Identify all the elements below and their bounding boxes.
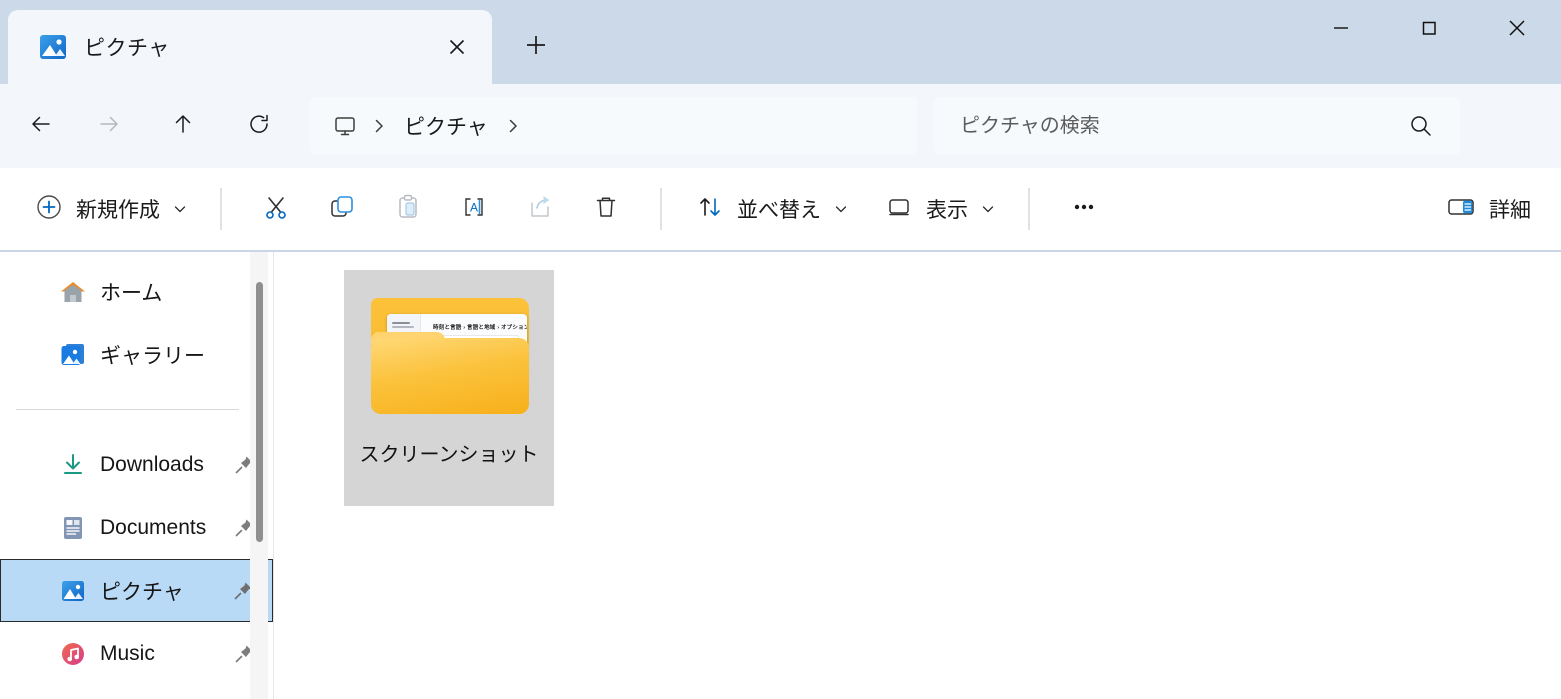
toolbar-divider-3: [1028, 188, 1030, 230]
tab-pictures[interactable]: ピクチャ: [8, 10, 492, 84]
tab-title: ピクチャ: [84, 37, 170, 60]
sidebar-item-label: ギャラリー: [100, 344, 205, 368]
close-icon[interactable]: [436, 26, 478, 68]
tab-strip: ピクチャ: [0, 0, 562, 84]
sort-arrows-icon: [695, 192, 725, 227]
refresh-icon: [246, 111, 272, 142]
search-icon[interactable]: [1404, 109, 1438, 143]
sort-button[interactable]: 並べ替え: [683, 182, 860, 236]
new-tab-button[interactable]: [510, 21, 562, 73]
music-icon: [58, 639, 88, 669]
downloads-icon: [58, 450, 88, 480]
back-arrow-icon: [28, 111, 54, 142]
navigation-bar: ピクチャ: [0, 84, 1561, 168]
new-button-label: 新規作成: [76, 199, 160, 222]
share-button[interactable]: [507, 182, 573, 236]
plus-icon: [525, 34, 547, 61]
explorer-body: ホーム ギャラリー Downloads Documents ピクチャ Music…: [0, 252, 1561, 699]
sidebar-item-home[interactable]: ホーム: [0, 260, 273, 323]
new-button[interactable]: 新規作成: [22, 182, 199, 236]
trash-icon: [591, 192, 621, 227]
folder-thumbnail: 時刻と言語 › 言語と地域 › オプション: [363, 280, 535, 430]
sidebar-item-pictures[interactable]: ピクチャ: [0, 559, 273, 622]
sidebar-item-label: Documents: [100, 515, 207, 539]
details-pane-label: 詳細: [1489, 199, 1531, 222]
folder-front: [371, 338, 529, 414]
delete-button[interactable]: [573, 182, 639, 236]
sidebar-item-label: ホーム: [100, 281, 163, 305]
view-button-label: 表示: [926, 199, 968, 222]
pictures-icon: [58, 576, 88, 606]
breadcrumb-separator-1[interactable]: [364, 107, 394, 145]
back-button[interactable]: [18, 103, 64, 149]
sidebar-scrollbar[interactable]: [250, 252, 268, 699]
file-item-label: スクリーンショット: [359, 444, 539, 466]
sidebar-item-label: Downloads: [100, 452, 204, 476]
paste-button[interactable]: [375, 182, 441, 236]
preview-breadcrumb: 時刻と言語 › 言語と地域 › オプション: [433, 325, 527, 331]
rename-button[interactable]: A: [441, 182, 507, 236]
ellipsis-icon: [1069, 192, 1099, 227]
sidebar-item-documents[interactable]: Documents: [0, 496, 273, 559]
close-icon: [1505, 16, 1529, 45]
svg-text:A: A: [470, 200, 478, 214]
scissors-icon: [261, 192, 291, 227]
sidebar-divider: [16, 409, 239, 410]
address-bar[interactable]: ピクチャ: [310, 97, 918, 155]
file-list-area[interactable]: 時刻と言語 › 言語と地域 › オプション スクリーンショット: [274, 252, 1561, 699]
search-box[interactable]: [934, 97, 1460, 155]
view-icon: [884, 192, 914, 227]
sidebar-item-label: ピクチャ: [100, 580, 184, 604]
refresh-button[interactable]: [236, 103, 282, 149]
toolbar-divider-1: [220, 188, 222, 230]
title-bar: ピクチャ: [0, 0, 1561, 84]
monitor-icon[interactable]: [326, 107, 364, 145]
plus-circle-icon: [34, 192, 64, 227]
sidebar-item-gallery[interactable]: ギャラリー: [0, 323, 273, 386]
rename-icon: A: [459, 192, 489, 227]
command-bar: 新規作成 A 並べ替え 表示 詳細: [0, 168, 1561, 252]
gallery-icon: [58, 340, 88, 370]
cut-button[interactable]: [243, 182, 309, 236]
chevron-down-icon: [834, 202, 848, 216]
share-icon: [525, 192, 555, 227]
maximize-button[interactable]: [1385, 0, 1473, 60]
more-options-button[interactable]: [1051, 182, 1117, 236]
up-arrow-icon: [170, 111, 196, 142]
chevron-down-icon: [981, 202, 995, 216]
search-input[interactable]: [960, 114, 1404, 138]
maximize-icon: [1418, 17, 1440, 44]
view-button[interactable]: 表示: [872, 182, 1007, 236]
forward-button[interactable]: [86, 103, 132, 149]
navigation-pane: ホーム ギャラリー Downloads Documents ピクチャ Music: [0, 252, 273, 699]
sidebar-item-music[interactable]: Music: [0, 622, 273, 685]
breadcrumb-separator-2[interactable]: [498, 107, 528, 145]
clipboard-icon: [393, 192, 423, 227]
sidebar-scrollbar-thumb[interactable]: [256, 282, 263, 542]
file-explorer-window: ピクチャ ピクチャ ピクチャの検索 新規作成 A 並べ替え 表示 詳細 ホーム …: [0, 0, 1561, 699]
copy-button[interactable]: [309, 182, 375, 236]
up-button[interactable]: [160, 103, 206, 149]
close-button[interactable]: [1473, 0, 1561, 60]
minimize-icon: [1330, 17, 1352, 44]
forward-arrow-icon: [96, 111, 122, 142]
minimize-button[interactable]: [1297, 0, 1385, 60]
breadcrumb-pictures[interactable]: ピクチャ: [394, 106, 498, 146]
toolbar-divider-2: [660, 188, 662, 230]
pictures-icon: [38, 32, 68, 62]
home-icon: [58, 277, 88, 307]
details-pane-icon: [1445, 192, 1477, 227]
copy-icon: [327, 192, 357, 227]
details-pane-button[interactable]: 詳細: [1433, 182, 1543, 236]
sidebar-item-label: Music: [100, 641, 155, 665]
sort-button-label: 並べ替え: [737, 199, 821, 222]
file-item-screenshots[interactable]: 時刻と言語 › 言語と地域 › オプション スクリーンショット: [344, 270, 554, 506]
window-controls: [1297, 0, 1561, 60]
chevron-down-icon: [173, 202, 187, 216]
sidebar-item-downloads[interactable]: Downloads: [0, 433, 273, 496]
documents-icon: [58, 513, 88, 543]
navigation-pane-scroll: ホーム ギャラリー Downloads Documents ピクチャ Music: [0, 252, 273, 699]
